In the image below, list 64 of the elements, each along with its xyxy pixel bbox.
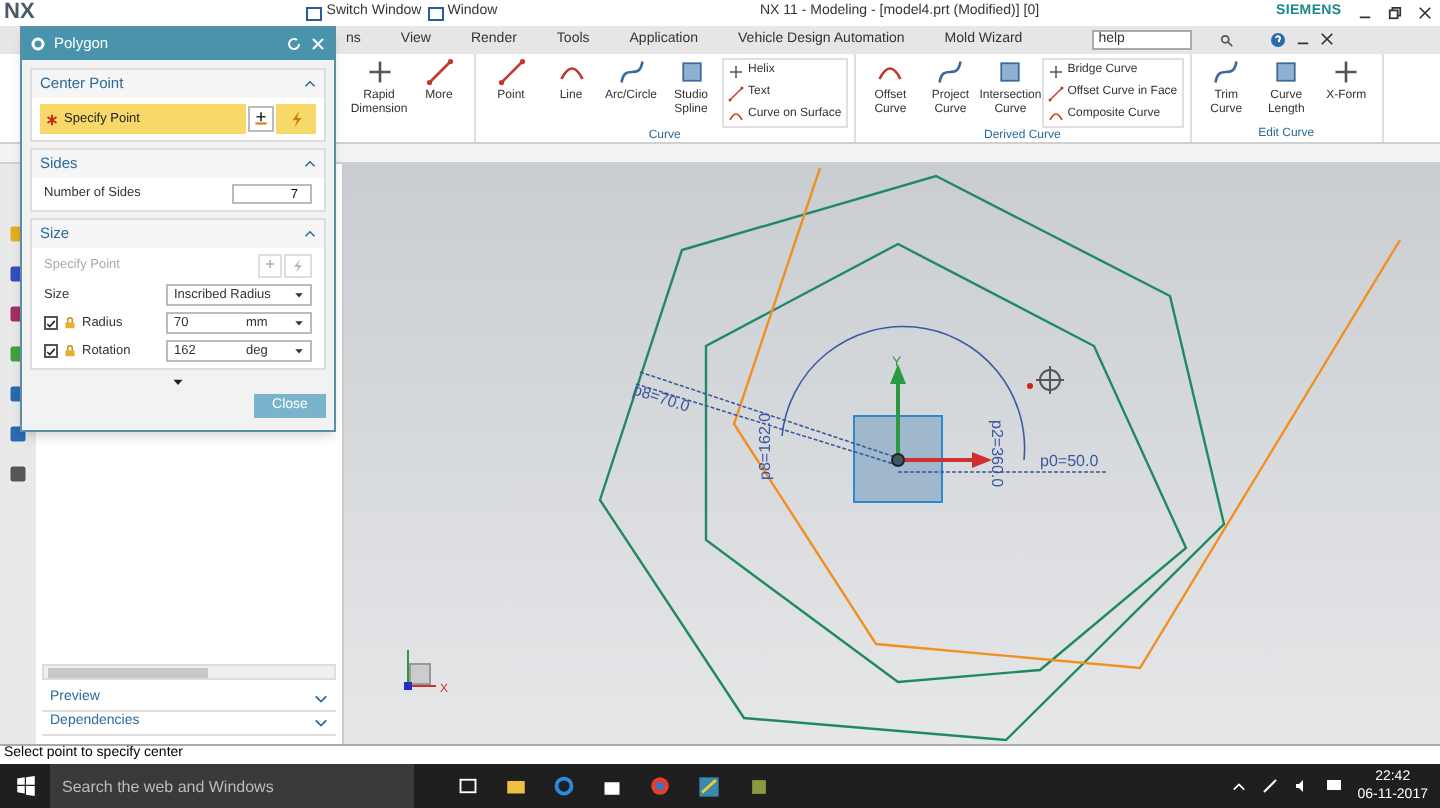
pinned-app-icon[interactable] xyxy=(748,775,770,797)
required-asterisk-icon xyxy=(46,113,58,125)
point-dialog-icon xyxy=(252,110,270,128)
curve-tool-icon xyxy=(728,85,744,101)
curve-tool-icon xyxy=(497,58,525,86)
point-dialog-button[interactable] xyxy=(248,106,274,132)
checkbox[interactable] xyxy=(44,316,58,330)
gear-icon xyxy=(30,36,46,52)
curve-tool-icon xyxy=(677,58,705,86)
lightning-icon xyxy=(290,258,306,274)
folder-icon[interactable] xyxy=(506,776,526,796)
reset-icon[interactable] xyxy=(286,36,302,52)
curve-tool-icon xyxy=(936,58,965,86)
curve-tool-icon xyxy=(728,107,744,123)
browser-e-icon[interactable] xyxy=(554,776,574,796)
dimension-label: p8=70.0 xyxy=(630,380,692,416)
collapse-chevron-icon xyxy=(304,158,316,170)
curve-tool-icon xyxy=(617,58,645,86)
curve-tool-icon xyxy=(996,58,1025,86)
dimension-label: p8=162.0 xyxy=(756,412,774,480)
dropdown-caret-icon xyxy=(294,290,304,300)
more-options-caret-icon[interactable] xyxy=(172,376,184,388)
dropdown-caret-icon xyxy=(294,318,304,328)
search-icon xyxy=(1220,33,1235,47)
selection-square xyxy=(853,415,943,503)
close-icon[interactable] xyxy=(1418,6,1432,20)
lock-icon xyxy=(64,344,76,358)
window-icon xyxy=(306,5,323,21)
task-view-icon[interactable] xyxy=(458,776,478,796)
curve-tool-icon xyxy=(425,58,453,86)
lightning-icon xyxy=(287,110,305,128)
curve-tool-icon xyxy=(1047,107,1064,123)
dropdown-caret-icon xyxy=(294,346,304,356)
close-icon[interactable] xyxy=(1320,32,1335,46)
network-icon[interactable] xyxy=(1261,778,1278,794)
store-bag-icon[interactable] xyxy=(602,776,622,796)
checkmark-icon xyxy=(46,317,56,329)
window-icon xyxy=(427,5,444,21)
curve-tool-icon xyxy=(1332,58,1361,86)
curve-tool-icon xyxy=(365,58,393,86)
checkmark-icon xyxy=(46,345,56,357)
curve-tool-icon xyxy=(1212,58,1241,86)
lock-icon xyxy=(64,316,76,330)
center-point xyxy=(891,453,905,467)
app-logo: NX xyxy=(4,0,35,29)
help-icon[interactable] xyxy=(1270,32,1287,48)
dimension-label: p2=360.0 xyxy=(988,420,1006,488)
resource-bar-icon[interactable] xyxy=(8,464,28,484)
crosshair-icon xyxy=(1027,365,1065,395)
tray-chevron-icon[interactable] xyxy=(1231,779,1246,793)
collapse-chevron-icon xyxy=(304,228,316,240)
dimension-label: p0=50.0 xyxy=(1040,452,1099,470)
checkbox[interactable] xyxy=(44,344,58,358)
windows-start-icon[interactable] xyxy=(15,776,35,796)
curve-tool-icon xyxy=(728,63,744,79)
curve-tool-icon xyxy=(1047,85,1064,101)
taskbar-search-field[interactable]: Search the web and Windows xyxy=(50,764,414,808)
notification-icon[interactable] xyxy=(1325,778,1342,794)
point-dialog-icon xyxy=(262,258,278,274)
horizontal-scrollbar[interactable] xyxy=(42,664,336,680)
restore-icon[interactable] xyxy=(1388,6,1402,20)
curve-tool-icon xyxy=(1047,63,1064,79)
collapse-chevron-icon xyxy=(304,78,316,90)
curve-tool-icon xyxy=(1272,58,1301,86)
